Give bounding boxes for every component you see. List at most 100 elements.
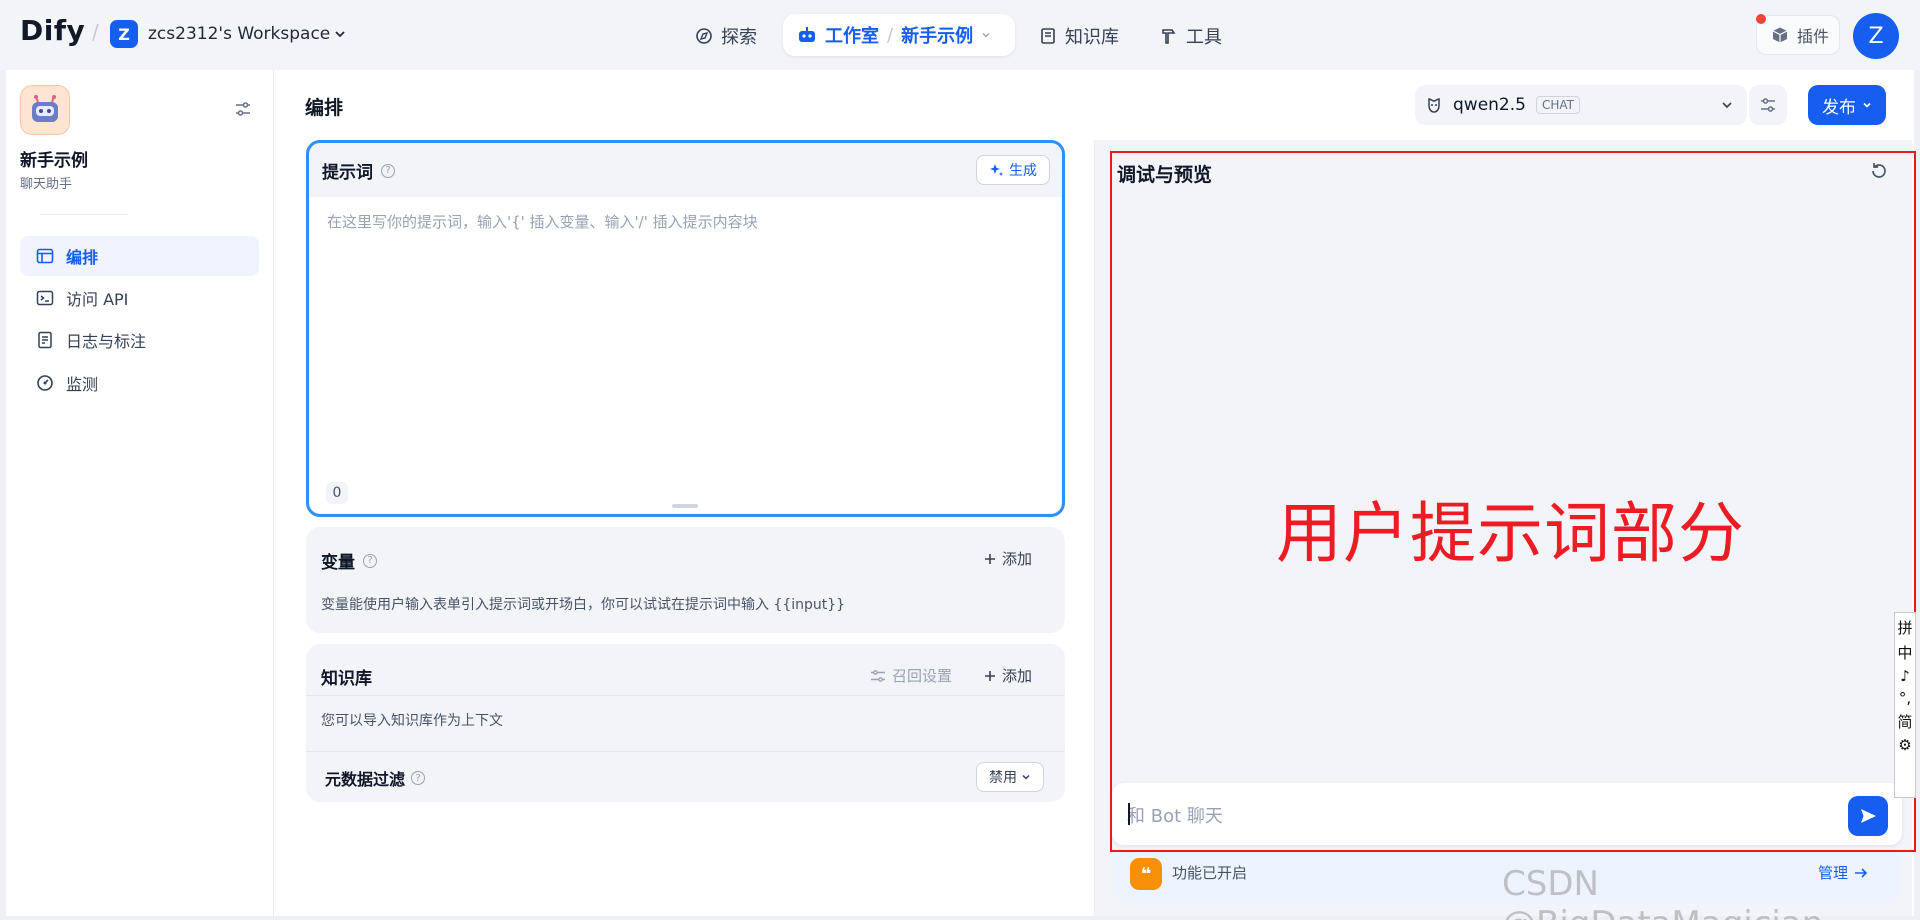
ime-item[interactable]: ♪ bbox=[1900, 667, 1910, 685]
model-params-button[interactable] bbox=[1749, 85, 1787, 125]
sidebar-item-monitor[interactable]: 监测 bbox=[20, 363, 259, 403]
app-type: 聊天助手 bbox=[20, 177, 73, 192]
generate-label: 生成 bbox=[1009, 163, 1037, 179]
terminal-icon bbox=[36, 290, 54, 306]
prompt-char-count: 0 bbox=[326, 482, 348, 504]
prompt-placeholder: 在这里写你的提示词，输入'{' 插入变量、输入'/' 插入提示内容块 bbox=[327, 213, 758, 231]
sidebar-item-label: 访问 API bbox=[66, 290, 129, 309]
current-app-label[interactable]: 新手示例 bbox=[901, 22, 973, 48]
knowledge-title: 知识库 bbox=[321, 669, 372, 689]
compass-icon bbox=[695, 27, 713, 45]
plugins-button[interactable]: 插件 bbox=[1756, 15, 1840, 55]
nav-studio[interactable]: 工作室 / 新手示例 bbox=[783, 14, 1015, 56]
robot-icon bbox=[797, 26, 817, 44]
app-settings-icon[interactable] bbox=[232, 98, 254, 120]
nav-explore[interactable]: 探索 bbox=[695, 19, 757, 53]
metadata-filter-value: 禁用 bbox=[989, 770, 1017, 786]
gauge-icon bbox=[36, 374, 54, 392]
model-name: qwen2.5 bbox=[1453, 95, 1526, 115]
chevron-down-icon bbox=[334, 28, 346, 40]
logo-text: Dify bbox=[20, 14, 86, 47]
notification-dot bbox=[1756, 14, 1766, 24]
nav-studio-label: 工作室 bbox=[825, 26, 879, 47]
plus-icon bbox=[984, 670, 996, 682]
publish-label: 发布 bbox=[1822, 97, 1856, 118]
ime-item[interactable]: 拼 bbox=[1897, 617, 1912, 638]
nav-explore-label: 探索 bbox=[721, 27, 757, 48]
divider bbox=[306, 751, 1065, 752]
sidebar-item-logs[interactable]: 日志与标注 bbox=[20, 320, 259, 360]
help-icon[interactable]: ? bbox=[363, 553, 377, 568]
chevron-down-icon bbox=[1721, 99, 1733, 111]
variables-title: 变量 ? bbox=[321, 548, 377, 573]
annotation-highlight-box bbox=[1110, 151, 1916, 852]
cube-icon bbox=[1771, 26, 1789, 44]
sidebar-item-label: 编排 bbox=[66, 248, 99, 267]
page-title: 编排 bbox=[305, 97, 344, 119]
model-selector[interactable]: qwen2.5 CHAT bbox=[1415, 85, 1747, 125]
features-status: 功能已开启 bbox=[1172, 864, 1248, 882]
nav-knowledge-label: 知识库 bbox=[1065, 27, 1119, 48]
sliders-icon bbox=[1759, 97, 1777, 113]
nav-tools-label: 工具 bbox=[1186, 27, 1222, 48]
add-label: 添加 bbox=[1002, 667, 1033, 685]
publish-button[interactable]: 发布 bbox=[1808, 85, 1886, 125]
help-icon[interactable]: ? bbox=[411, 771, 426, 785]
metadata-filter-label: 元数据过滤 bbox=[325, 770, 406, 789]
variables-card bbox=[306, 527, 1065, 633]
dify-logo[interactable]: Dify bbox=[20, 14, 85, 47]
workspace-name: zcs2312's Workspace bbox=[148, 24, 331, 44]
help-icon[interactable]: ? bbox=[381, 163, 395, 178]
log-icon bbox=[36, 331, 54, 349]
metadata-filter-title: 元数据过滤 ? bbox=[325, 766, 426, 790]
recall-settings-button[interactable]: 召回设置 bbox=[870, 665, 952, 686]
breadcrumb-separator: / bbox=[92, 20, 99, 44]
ime-item[interactable]: 简 bbox=[1897, 711, 1912, 732]
layout-icon bbox=[36, 248, 54, 264]
divider bbox=[306, 695, 1065, 696]
variables-description: 变量能使用户输入表单引入提示词或开场白，你可以试试在提示词中输入 {{input… bbox=[321, 597, 846, 613]
sidebar-item-orchestrate[interactable]: 编排 bbox=[20, 236, 259, 276]
plugins-label: 插件 bbox=[1797, 27, 1830, 46]
chevron-down-icon bbox=[1021, 772, 1031, 782]
knowledge-description: 您可以导入知识库作为上下文 bbox=[321, 713, 503, 729]
workspace-switcher[interactable]: zcs2312's Workspace bbox=[148, 24, 346, 44]
recall-settings-label: 召回设置 bbox=[892, 667, 953, 685]
prompt-title: 提示词 ? bbox=[322, 158, 395, 183]
workspace-avatar[interactable]: Z bbox=[110, 20, 138, 48]
nav-tools[interactable]: 工具 bbox=[1160, 19, 1222, 53]
chevron-down-icon bbox=[1862, 100, 1872, 110]
quote-icon: ❝ bbox=[1130, 858, 1162, 890]
book-icon bbox=[1040, 27, 1057, 45]
nav-knowledge[interactable]: 知识库 bbox=[1040, 19, 1119, 53]
sparkle-icon bbox=[989, 163, 1004, 178]
user-avatar[interactable]: Z bbox=[1853, 13, 1899, 59]
sliders-icon bbox=[870, 669, 886, 683]
app-name: 新手示例 bbox=[20, 151, 88, 171]
ime-toolbar[interactable]: 拼 中 ♪ °, 简 ⚙ bbox=[1894, 612, 1916, 798]
ime-item[interactable]: ⚙ bbox=[1898, 736, 1911, 754]
add-variable-button[interactable]: 添加 bbox=[984, 548, 1032, 569]
generate-button[interactable]: 生成 bbox=[976, 155, 1050, 185]
resize-handle[interactable] bbox=[672, 504, 698, 508]
model-provider-icon bbox=[1425, 96, 1443, 114]
hammer-icon bbox=[1160, 27, 1178, 45]
chevron-down-icon[interactable] bbox=[981, 30, 991, 40]
metadata-filter-select[interactable]: 禁用 bbox=[976, 762, 1044, 792]
nav-separator: / bbox=[887, 24, 894, 46]
prompt-title-label: 提示词 bbox=[322, 163, 373, 183]
prompt-editor[interactable] bbox=[310, 197, 1061, 513]
sidebar-item-label: 监测 bbox=[66, 375, 99, 394]
ime-item[interactable]: °, bbox=[1899, 689, 1911, 707]
sidebar-item-api[interactable]: 访问 API bbox=[20, 278, 259, 318]
sidebar-item-label: 日志与标注 bbox=[66, 332, 147, 351]
add-label: 添加 bbox=[1002, 550, 1033, 568]
add-knowledge-button[interactable]: 添加 bbox=[984, 665, 1032, 686]
sidebar bbox=[6, 70, 274, 916]
csdn-watermark: CSDN @BigDataMagician bbox=[1502, 864, 1823, 920]
app-robot-icon bbox=[20, 85, 70, 135]
sidebar-divider bbox=[40, 214, 128, 215]
ime-item[interactable]: 中 bbox=[1897, 642, 1912, 663]
variables-title-label: 变量 bbox=[321, 553, 355, 573]
plus-icon bbox=[984, 553, 996, 565]
